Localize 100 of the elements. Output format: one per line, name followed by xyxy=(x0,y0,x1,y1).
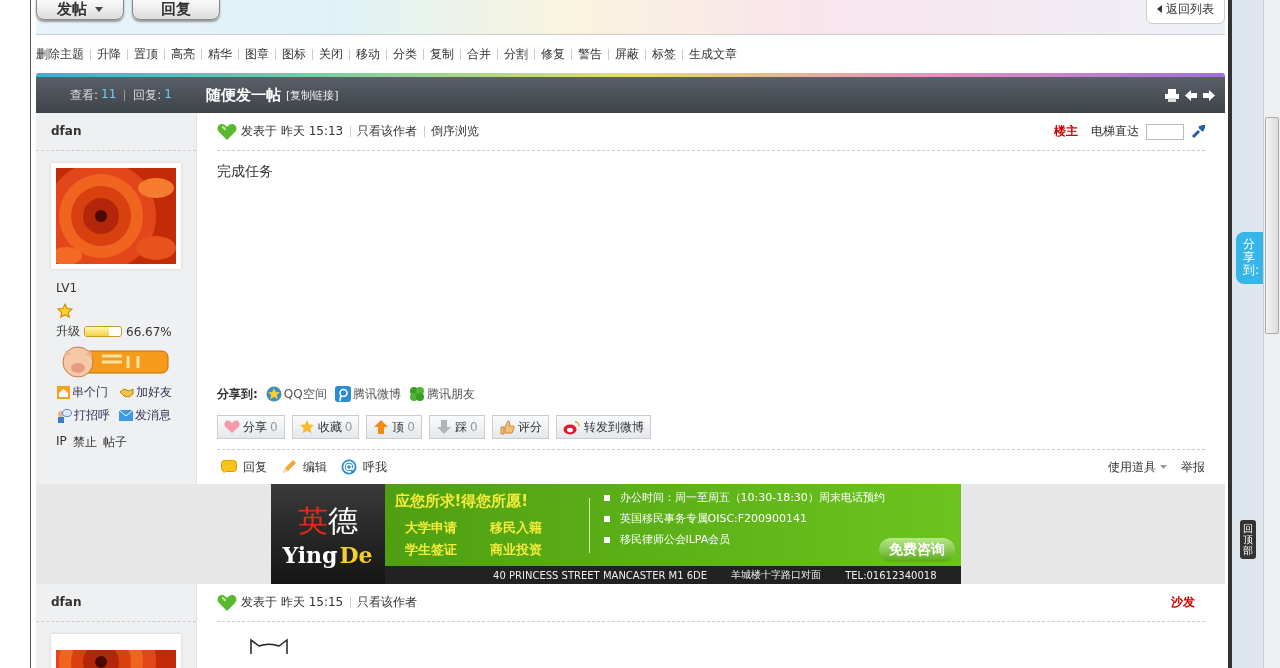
ad-point: 办公时间：周一至周五（10:30-18:30）周末电话预约 xyxy=(619,490,885,505)
bullet-icon xyxy=(603,536,610,543)
ad-brand-word: Ying xyxy=(282,541,338,568)
profile-link[interactable]: 串个门 xyxy=(57,384,119,401)
p-logo-icon xyxy=(334,386,351,402)
moderation-link[interactable]: 分类 xyxy=(386,48,417,60)
floor-label[interactable]: 沙发 xyxy=(1171,594,1195,611)
reaction-button[interactable]: 踩 0 xyxy=(428,415,485,439)
post-filter-link[interactable]: 倒序浏览 xyxy=(424,126,480,137)
at-sign-icon xyxy=(341,459,357,475)
moderation-link[interactable]: 标签 xyxy=(645,48,676,60)
post-action-link[interactable]: 编辑 xyxy=(281,458,327,476)
clover-icon xyxy=(408,386,425,402)
heart-icon xyxy=(217,122,237,141)
admin-link[interactable]: 帖子 xyxy=(102,434,127,451)
thread-title: 随便发一帖 xyxy=(206,85,281,105)
moderation-link[interactable]: 分割 xyxy=(497,48,528,60)
reaction-button[interactable]: 转发到微博 xyxy=(555,415,651,439)
share-link[interactable]: 腾讯朋友 xyxy=(408,385,475,403)
post-filter-link[interactable]: 只看该作者 xyxy=(350,126,418,137)
scrollbar[interactable] xyxy=(1263,0,1280,668)
progress-bar xyxy=(84,326,122,337)
ad-service: 学生签证 xyxy=(404,540,458,559)
moderation-link[interactable]: 置顶 xyxy=(127,48,158,60)
share-link[interactable]: QQ空间 xyxy=(265,385,327,403)
ad-brand-character: 德 xyxy=(327,502,358,538)
author-name[interactable]: dfan xyxy=(36,113,196,151)
bullet-icon xyxy=(603,515,610,522)
moderation-link[interactable]: 警告 xyxy=(571,48,602,60)
ad-brand-character: 英 xyxy=(297,502,328,538)
reaction-button[interactable]: 分享 0 xyxy=(217,415,285,439)
weibo-icon xyxy=(562,419,581,435)
speech-bubble-icon xyxy=(221,460,237,474)
ad-point: 英国移民事务专属OISC:F200900141 xyxy=(619,511,808,526)
post-action-link[interactable]: 呼我 xyxy=(341,458,387,476)
heart-icon xyxy=(224,420,240,434)
print-icon[interactable] xyxy=(1165,88,1179,102)
copy-link[interactable]: [复制链接] xyxy=(286,87,339,103)
admin-link[interactable]: IP xyxy=(56,434,67,451)
moderation-link[interactable]: 高亮 xyxy=(164,48,195,60)
ad-service: 商业投资 xyxy=(489,540,543,559)
previous-arrow-icon[interactable] xyxy=(1185,89,1197,101)
ad-banner[interactable]: 英德 YingDe 应您所求!得您所愿! 大学申请 移民入籍 学生签证 商业投资 办公时间：周一至周五（10:30-18:30）周末电话预约 英国移民事务专属OISC:F200900141 移民律师公会ILPA会员 免费咨询 40 PRINCESS STREET MANCASTER M1 6DE 羊城楼十字路口对面 TEL:01612340018 xyxy=(270,484,961,584)
caret-icon xyxy=(95,6,103,12)
moderation-link[interactable]: 删除主题 xyxy=(36,45,84,63)
star-badge-icon xyxy=(265,386,282,402)
progress-percent: 66.67% xyxy=(126,324,172,339)
chat-person-icon xyxy=(57,408,72,423)
profile-link[interactable]: 加好友 xyxy=(119,384,181,401)
rank-star-icon xyxy=(57,303,73,319)
profile-link[interactable]: 打招呼 xyxy=(57,407,119,424)
user-level: LV1 xyxy=(56,281,79,297)
moderation-link[interactable]: 复制 xyxy=(423,48,454,60)
moderation-link[interactable]: 移动 xyxy=(349,48,380,60)
next-arrow-icon[interactable] xyxy=(1203,89,1215,101)
back-to-top-button[interactable]: 回顶部 xyxy=(1240,520,1256,559)
share-link[interactable]: 腾讯微博 xyxy=(334,385,401,403)
moderation-link[interactable]: 精华 xyxy=(201,48,232,60)
post-time: 发表于 昨天 15:13 xyxy=(241,123,344,140)
share-label: 分享到: xyxy=(217,385,258,403)
post-action-link[interactable]: 回复 xyxy=(221,458,267,476)
down-arrow-icon xyxy=(435,419,452,435)
star-icon xyxy=(298,419,315,435)
toolbar-button[interactable]: 回复 xyxy=(132,0,220,20)
reaction-button[interactable]: 顶 0 xyxy=(366,415,422,439)
moderation-link[interactable]: 关闭 xyxy=(312,48,343,60)
moderation-link[interactable]: 修复 xyxy=(534,48,565,60)
moderation-link[interactable]: 屏蔽 xyxy=(608,48,639,60)
pencil-icon xyxy=(281,459,297,475)
moderation-link[interactable]: 升降 xyxy=(90,48,121,60)
heart-icon xyxy=(217,593,237,612)
report-link[interactable]: 举报 xyxy=(1181,458,1205,476)
moderation-link[interactable]: 合并 xyxy=(460,48,491,60)
cat-drawing xyxy=(247,636,291,654)
use-tools-menu[interactable]: 使用道具 xyxy=(1108,458,1167,476)
admin-link[interactable]: 禁止 xyxy=(72,434,97,451)
ad-address: 40 PRINCESS STREET MANCASTER M1 6DE xyxy=(493,569,708,581)
upgrade-label: 升级 xyxy=(56,323,80,340)
go-arrow-icon[interactable] xyxy=(1191,124,1205,139)
back-arrow-icon xyxy=(1157,5,1162,13)
moderation-link[interactable]: 图章 xyxy=(238,48,269,60)
toolbar-button[interactable]: 发帖 xyxy=(36,0,124,20)
ad-landmark: 羊城楼十字路口对面 xyxy=(731,568,822,582)
reaction-button[interactable]: 收藏 0 xyxy=(291,415,360,439)
ad-slogan: 应您所求!得您所愿! xyxy=(394,491,530,511)
thumbs-up-icon xyxy=(498,419,515,435)
caret-icon xyxy=(1160,465,1167,469)
moderation-link[interactable]: 图标 xyxy=(275,48,306,60)
post-time: 发表于 昨天 15:15 xyxy=(241,594,344,611)
reaction-button[interactable]: 评分 xyxy=(491,415,549,439)
replies-label: 回复: xyxy=(133,86,162,104)
bullet-icon xyxy=(603,494,610,501)
floor-label[interactable]: 楼主 xyxy=(1054,123,1078,140)
replies-count: 1 xyxy=(164,86,172,103)
moderation-link[interactable]: 生成文章 xyxy=(682,48,737,60)
home-icon xyxy=(57,386,70,399)
profile-link[interactable]: 发消息 xyxy=(119,407,181,424)
floor-input[interactable] xyxy=(1146,123,1184,140)
post-filter-link[interactable]: 只看该作者 xyxy=(350,597,418,608)
back-to-list-link[interactable]: 返回列表 xyxy=(1146,0,1225,24)
